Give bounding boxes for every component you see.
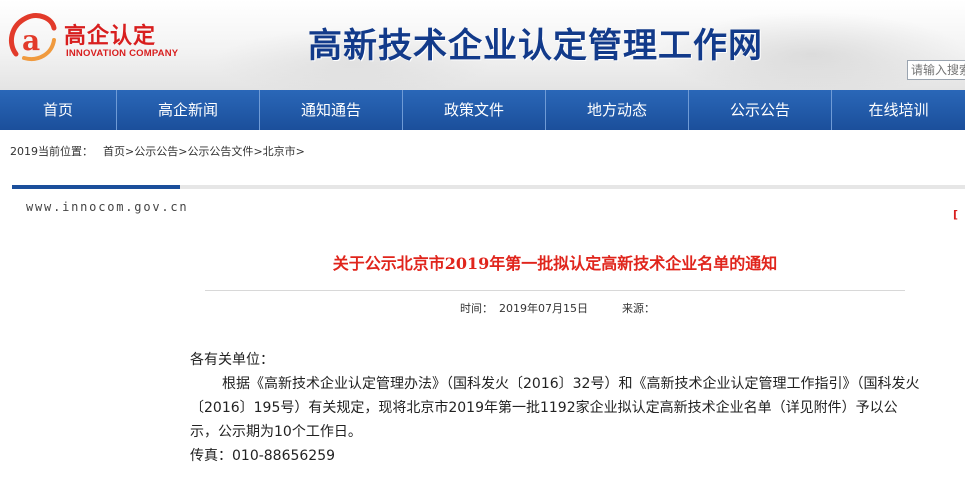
nav-item-announcements[interactable]: 公示公告 xyxy=(689,90,832,130)
article-fax: 传真：010-88656259 xyxy=(190,448,336,464)
article-title: 关于公示北京市2019年第一批拟认定高新技术企业名单的通知 xyxy=(332,254,778,273)
breadcrumb-link-announcements[interactable]: 公示公告 xyxy=(134,145,178,158)
site-title: 高新技术企业认定管理工作网 xyxy=(308,26,763,66)
breadcrumb-link-beijing[interactable]: 北京市 xyxy=(263,145,296,158)
search-input[interactable] xyxy=(907,60,965,80)
title-divider xyxy=(205,290,905,291)
main-nav: 首页 高企新闻 通知通告 政策文件 地方动态 公示公告 在线培训 xyxy=(0,90,965,130)
breadcrumb-link-announcement-files[interactable]: 公示公告文件 xyxy=(187,145,253,158)
nav-item-home[interactable]: 首页 xyxy=(0,90,117,130)
svg-text:a: a xyxy=(22,24,40,57)
logo-chinese-text: 高企认定 xyxy=(64,24,157,49)
nav-item-news[interactable]: 高企新闻 xyxy=(117,90,260,130)
content-top-bar xyxy=(12,185,965,189)
edge-bracket-mark: [ xyxy=(953,208,959,221)
article-paragraph: 根据《高新技术企业认定管理办法》（国科发火〔2016〕32号）和《高新技术企业认… xyxy=(190,376,920,440)
breadcrumb-separator: > xyxy=(253,145,263,158)
site-logo[interactable]: a 高企认定 INNOVATION COMPANY xyxy=(4,8,194,68)
breadcrumb: 2019当前位置： 首页>公示公告>公示公告文件>北京市> xyxy=(10,143,305,159)
time-value: 2019年07月15日 xyxy=(499,302,588,315)
site-domain: www.innocom.gov.cn xyxy=(26,200,189,214)
article-greeting: 各有关单位： xyxy=(190,352,274,368)
logo-swirl-icon: a xyxy=(8,13,57,61)
nav-item-training[interactable]: 在线培训 xyxy=(832,90,965,130)
article-meta: 时间： 2019年07月15日 来源： xyxy=(460,300,661,316)
article-body: 各有关单位： 根据《高新技术企业认定管理办法》（国科发火〔2016〕32号）和《… xyxy=(190,348,920,468)
source-label: 来源： xyxy=(622,302,655,315)
breadcrumb-label: 2019当前位置： xyxy=(10,145,93,158)
breadcrumb-separator: > xyxy=(125,145,135,158)
breadcrumb-link-home[interactable]: 首页 xyxy=(103,145,125,158)
nav-item-notices[interactable]: 通知通告 xyxy=(260,90,403,130)
breadcrumb-separator: > xyxy=(295,145,305,158)
site-header: a 高企认定 INNOVATION COMPANY 高新技术企业认定管理工作网 xyxy=(0,0,965,90)
logo-english-text: INNOVATION COMPANY xyxy=(66,48,179,59)
time-label: 时间： xyxy=(460,302,493,315)
nav-item-policy[interactable]: 政策文件 xyxy=(403,90,546,130)
content-top-bar-accent xyxy=(12,185,180,189)
nav-item-local[interactable]: 地方动态 xyxy=(546,90,689,130)
